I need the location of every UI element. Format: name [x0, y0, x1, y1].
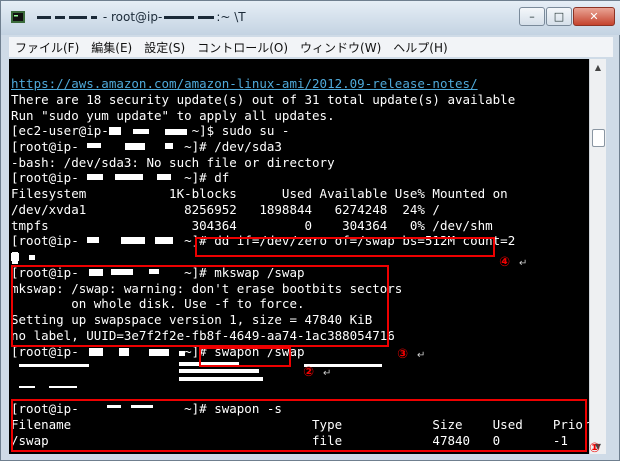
annotation-marker-3: ③ — [397, 347, 409, 362]
redaction-mask — [304, 364, 382, 367]
close-button[interactable]: ✕ — [573, 7, 615, 26]
terminal-line: [ec2-user@ip- ~]$ sudo su - — [11, 123, 290, 138]
maximize-button[interactable]: □ — [546, 7, 572, 26]
terminal-line: Run "sudo yum update" to apply all updat… — [11, 108, 335, 123]
redacted-block — [164, 16, 195, 19]
redaction-mask — [149, 349, 169, 356]
menu-control[interactable]: コントロール(O) — [191, 39, 294, 56]
redaction-mask — [19, 386, 35, 388]
return-mark: ↵ — [323, 368, 332, 379]
return-mark: ↵ — [519, 258, 528, 269]
terminal-line-release-notes-link[interactable]: https://aws.amazon.com/amazon-linux-ami/… — [11, 76, 478, 91]
redaction-mask — [157, 174, 171, 180]
redaction-mask — [115, 174, 143, 180]
annotation-box-swapon-command — [199, 347, 291, 367]
redaction-mask — [165, 129, 187, 135]
annotation-marker-2: ② — [303, 365, 315, 380]
terminal-line: There are 18 security update(s) out of 3… — [11, 92, 516, 107]
terminal-line: /dev/xvda1 8256952 1898844 6274248 24% / — [11, 202, 440, 217]
terminal-line: tmpfs 304364 0 304364 0% /dev/shm — [11, 218, 493, 233]
redacted-block — [55, 16, 65, 19]
window-title-suffix: :~ \T — [216, 10, 246, 24]
redaction-mask — [133, 129, 149, 134]
annotation-box-swapon-status — [11, 399, 587, 452]
redaction-mask — [87, 237, 99, 243]
redaction-mask — [179, 377, 263, 381]
redaction-mask — [87, 143, 101, 148]
return-mark: ↵ — [417, 350, 426, 361]
terminal-cursor — [12, 252, 18, 264]
terminal-window: - root@ip- :~ \T – □ ✕ ファイル(F) 編集(E) 設定(S… — [0, 0, 620, 461]
redacted-block — [69, 16, 87, 19]
redaction-mask — [87, 174, 103, 180]
terminal-line: [root@ip- ~]# /dev/sda3 — [11, 139, 282, 154]
annotation-box-dd-command — [195, 237, 495, 257]
terminal-app-icon — [11, 11, 25, 23]
annotation-marker-1: ① — [589, 441, 601, 456]
redaction-mask — [89, 348, 103, 356]
menu-settings[interactable]: 設定(S) — [138, 39, 191, 56]
redacted-block — [37, 16, 51, 19]
scroll-up-icon[interactable]: ▲ — [590, 59, 606, 75]
redaction-mask — [119, 348, 129, 356]
menu-help[interactable]: ヘルプ(H) — [387, 39, 453, 56]
window-controls: – □ ✕ — [518, 7, 615, 27]
redaction-mask — [179, 369, 259, 373]
redacted-block — [91, 16, 97, 19]
window-title: - root@ip- :~ \T — [35, 10, 246, 24]
minimize-button[interactable]: – — [519, 7, 545, 26]
terminal-line: -bash: /dev/sda3: No such file or direct… — [11, 155, 335, 170]
redaction-mask — [155, 237, 173, 244]
redacted-block — [198, 16, 215, 19]
menu-bar: ファイル(F) 編集(E) 設定(S) コントロール(O) ウィンドウ(W) ヘ… — [9, 37, 613, 57]
redaction-mask — [121, 237, 145, 244]
redaction-mask — [19, 364, 89, 367]
menu-window[interactable]: ウィンドウ(W) — [294, 39, 387, 56]
terminal-scrollbar[interactable]: ▲ ▼ — [589, 59, 606, 454]
redaction-mask — [29, 255, 35, 260]
redaction-mask — [179, 351, 185, 356]
redaction-mask — [125, 143, 145, 150]
scrollbar-thumb[interactable] — [592, 129, 605, 147]
redaction-mask — [165, 143, 173, 149]
annotation-marker-4: ④ — [499, 255, 511, 270]
menu-edit[interactable]: 編集(E) — [85, 39, 138, 56]
terminal-output[interactable]: https://aws.amazon.com/amazon-linux-ami/… — [9, 59, 589, 454]
terminal-line: Filesystem 1K-blocks Used Available Use%… — [11, 186, 508, 201]
window-title-prefix: - root@ip- — [102, 10, 163, 24]
title-bar[interactable]: - root@ip- :~ \T – □ ✕ — [1, 1, 620, 35]
menu-file[interactable]: ファイル(F) — [9, 39, 85, 56]
annotation-box-mkswap-output — [11, 265, 389, 347]
redaction-mask — [49, 386, 77, 388]
redaction-mask — [109, 127, 121, 135]
